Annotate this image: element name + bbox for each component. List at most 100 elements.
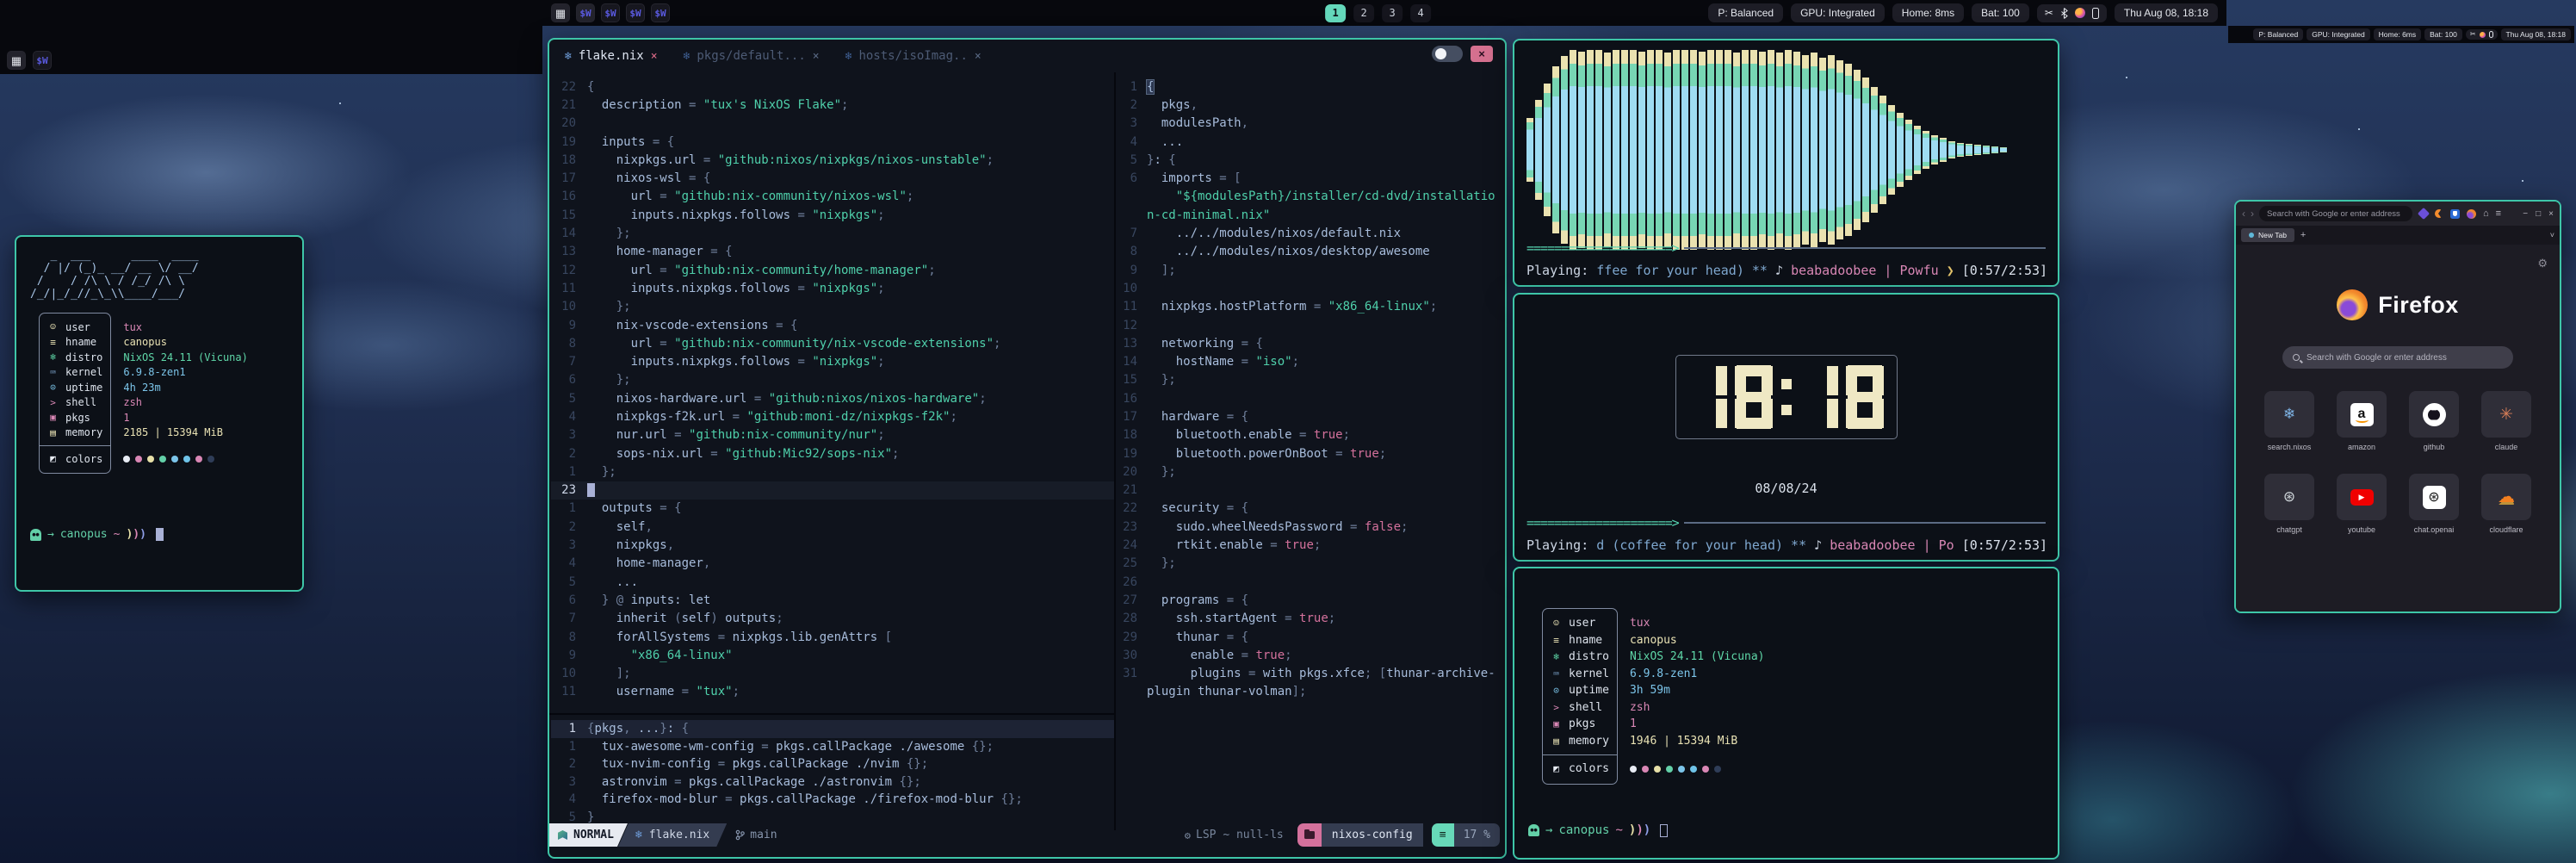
cava-bar bbox=[1854, 70, 1861, 230]
tag-chip[interactable]: $W bbox=[651, 3, 670, 22]
code-line: 1 tux-awesome-wm-config = pkgs.callPacka… bbox=[551, 738, 1114, 756]
cava-bar bbox=[1974, 145, 1981, 155]
tag-chip[interactable]: $W bbox=[33, 51, 52, 70]
shortcut-chatgpt[interactable]: ⊛chatgpt bbox=[2264, 474, 2314, 534]
code-line: 5 nixos-hardware.url = "github:nixos/nix… bbox=[551, 389, 1114, 407]
cava-bar bbox=[1604, 53, 1611, 246]
scroll-chip: ≡ bbox=[1432, 823, 1454, 847]
top-bar-right-monitor: P: BalancedGPU: IntegratedHome: 6msBat: … bbox=[2228, 26, 2574, 43]
editor-close-button[interactable]: × bbox=[1471, 46, 1493, 62]
extension-fox-icon[interactable] bbox=[2467, 209, 2476, 219]
minimize-button[interactable]: − bbox=[2523, 209, 2528, 219]
workspace-1[interactable]: 1 bbox=[1325, 4, 1346, 22]
code-line: 22 security = { bbox=[1118, 500, 1505, 518]
fastfetch-panel: ☺user≡hname❄distro⌨kernel⊙uptime>shell▣p… bbox=[39, 313, 248, 474]
code-line: 1{ bbox=[1118, 78, 1505, 96]
search-icon bbox=[2293, 354, 2300, 361]
tag-chip[interactable]: $W bbox=[601, 3, 620, 22]
code-line: 6 }; bbox=[551, 371, 1114, 389]
tag-chip[interactable]: $W bbox=[576, 3, 595, 22]
editor-tab-flake-nix[interactable]: ❄flake.nix× bbox=[565, 49, 658, 63]
cava-bar bbox=[1966, 144, 1972, 156]
tab-list-chevron-icon[interactable]: ˅ bbox=[2550, 231, 2554, 239]
top-bar: ▦ $W $W $W $W 1234 P: BalancedGPU: Integrat… bbox=[542, 0, 2226, 26]
cava-bar bbox=[1656, 50, 1663, 250]
code-line: 16 bbox=[1118, 389, 1505, 407]
shell-prompt[interactable]: → canopus ~ ))) bbox=[1528, 823, 1668, 837]
newtab-search-bar[interactable]: Search with Google or enter address bbox=[2282, 346, 2513, 369]
shortcut-cloudflare[interactable]: ☁cloudflare bbox=[2481, 474, 2531, 534]
cava-bar bbox=[1570, 50, 1576, 250]
tab-new-tab[interactable]: New Tab bbox=[2241, 228, 2294, 242]
prompt-host: canopus bbox=[60, 528, 108, 541]
scroll-percent: 17 % bbox=[1454, 823, 1500, 847]
status-pill: Bat: 100 bbox=[2424, 28, 2462, 40]
cava-bar bbox=[1914, 126, 1921, 174]
horizontal-split-divider[interactable] bbox=[549, 713, 1114, 715]
app-launcher-button[interactable]: ▦ bbox=[551, 3, 570, 22]
youtube-icon: ▶ bbox=[2350, 489, 2374, 506]
url-bar[interactable]: Search with Google or enter address bbox=[2259, 206, 2412, 221]
app-launcher-button-left[interactable]: ▦ bbox=[7, 51, 26, 70]
code-line: 30 enable = true; bbox=[1118, 646, 1505, 664]
settings-gear-icon[interactable]: ⚙ bbox=[2537, 257, 2548, 270]
palette-icon: ◩ bbox=[1551, 763, 1562, 774]
shortcut-chat-openai[interactable]: ⊛chat.openai bbox=[2409, 474, 2459, 534]
hname-value: canopus bbox=[123, 335, 248, 351]
cava-bar bbox=[1811, 53, 1817, 246]
menu-icon[interactable]: ≡ bbox=[2496, 208, 2501, 219]
code-pane-iso[interactable]: 1{2 pkgs,3 modulesPath,4 ...5}: {6 impor… bbox=[1118, 78, 1505, 701]
shortcut-search-nixos[interactable]: ❄search.nixos bbox=[2264, 391, 2314, 451]
shortcut-youtube[interactable]: ▶youtube bbox=[2337, 474, 2387, 534]
workspace-4[interactable]: 4 bbox=[1410, 4, 1431, 22]
editor-tab-pkgs-default-[interactable]: ❄pkgs/default...× bbox=[684, 49, 820, 63]
extension-moon-icon[interactable] bbox=[2435, 209, 2443, 218]
status-pill: Home: 8ms bbox=[1892, 3, 1964, 22]
tag-chip[interactable]: $W bbox=[626, 3, 645, 22]
cava-bar bbox=[1879, 96, 1886, 203]
shortcut-github[interactable]: github bbox=[2409, 391, 2459, 451]
code-pane-flake[interactable]: 22{21 description = "tux's NixOS Flake";… bbox=[551, 78, 1114, 701]
code-line: 5 ... bbox=[551, 573, 1114, 591]
code-pane-pkgs[interactable]: 1{pkgs, ...}: {1 tux-awesome-wm-config =… bbox=[551, 720, 1114, 826]
shortcut-amazon[interactable]: aamazon bbox=[2337, 391, 2387, 451]
code-line: 25 }; bbox=[1118, 555, 1505, 573]
cava-bar bbox=[1776, 53, 1783, 246]
shortcut-claude[interactable]: ✳claude bbox=[2481, 391, 2531, 451]
shortcut-tiles: ❄search.nixos aamazon github ✳claude ⊛chatgp… bbox=[2264, 391, 2531, 534]
close-button[interactable]: × bbox=[2548, 209, 2554, 219]
code-line: 2 pkgs, bbox=[1118, 96, 1505, 114]
extension-gem-icon[interactable] bbox=[2418, 208, 2430, 220]
vertical-split-divider[interactable] bbox=[1114, 72, 1116, 830]
status-pills: P: BalancedGPU: IntegratedHome: 8msBat: … bbox=[1708, 3, 2029, 22]
code-line: 18 nixpkgs.url = "github:nixos/nixpkgs/n… bbox=[551, 151, 1114, 169]
home-icon[interactable]: ⌂ bbox=[2483, 208, 2489, 219]
statusline-file: ❄flake.nix bbox=[618, 823, 727, 847]
extension-shield-icon[interactable] bbox=[2450, 209, 2460, 219]
forward-icon[interactable]: › bbox=[2251, 208, 2254, 220]
phone-icon bbox=[2489, 31, 2493, 38]
shell-prompt[interactable]: → canopus ~ ))) bbox=[30, 528, 164, 541]
scissors-icon[interactable]: ✂ bbox=[2045, 8, 2053, 18]
code-line: 2 self, bbox=[551, 518, 1114, 536]
prompt-path: ~ bbox=[114, 528, 121, 541]
cava-bar bbox=[1948, 141, 1955, 159]
code-line: plugin thunar-volman]; bbox=[1118, 683, 1505, 701]
audio-icon[interactable] bbox=[2075, 8, 2085, 18]
maximize-button[interactable]: □ bbox=[2536, 209, 2541, 219]
workspace-2[interactable]: 2 bbox=[1353, 4, 1374, 22]
editor-toggle-switch[interactable] bbox=[1432, 46, 1463, 62]
new-tab-button[interactable]: + bbox=[2300, 230, 2306, 240]
code-line: 31 plugins = with pkgs.xfce; [thunar-arc… bbox=[1118, 665, 1505, 683]
phone-icon[interactable] bbox=[2092, 8, 2099, 19]
bluetooth-icon[interactable] bbox=[2060, 8, 2068, 19]
terminal-color-palette bbox=[1630, 766, 1721, 773]
code-line: 11 inputs.nixpkgs.follows = "nixpkgs"; bbox=[551, 279, 1114, 297]
cava-bar bbox=[1526, 118, 1533, 182]
back-icon[interactable]: ‹ bbox=[2242, 208, 2245, 220]
cava-bar bbox=[1630, 50, 1637, 250]
workspace-3[interactable]: 3 bbox=[1382, 4, 1403, 22]
editor-tab-hosts-isoImag-[interactable]: ❄hosts/isoImag..× bbox=[845, 49, 981, 63]
cava-bar bbox=[1664, 53, 1671, 246]
cava-bar bbox=[1673, 50, 1680, 250]
